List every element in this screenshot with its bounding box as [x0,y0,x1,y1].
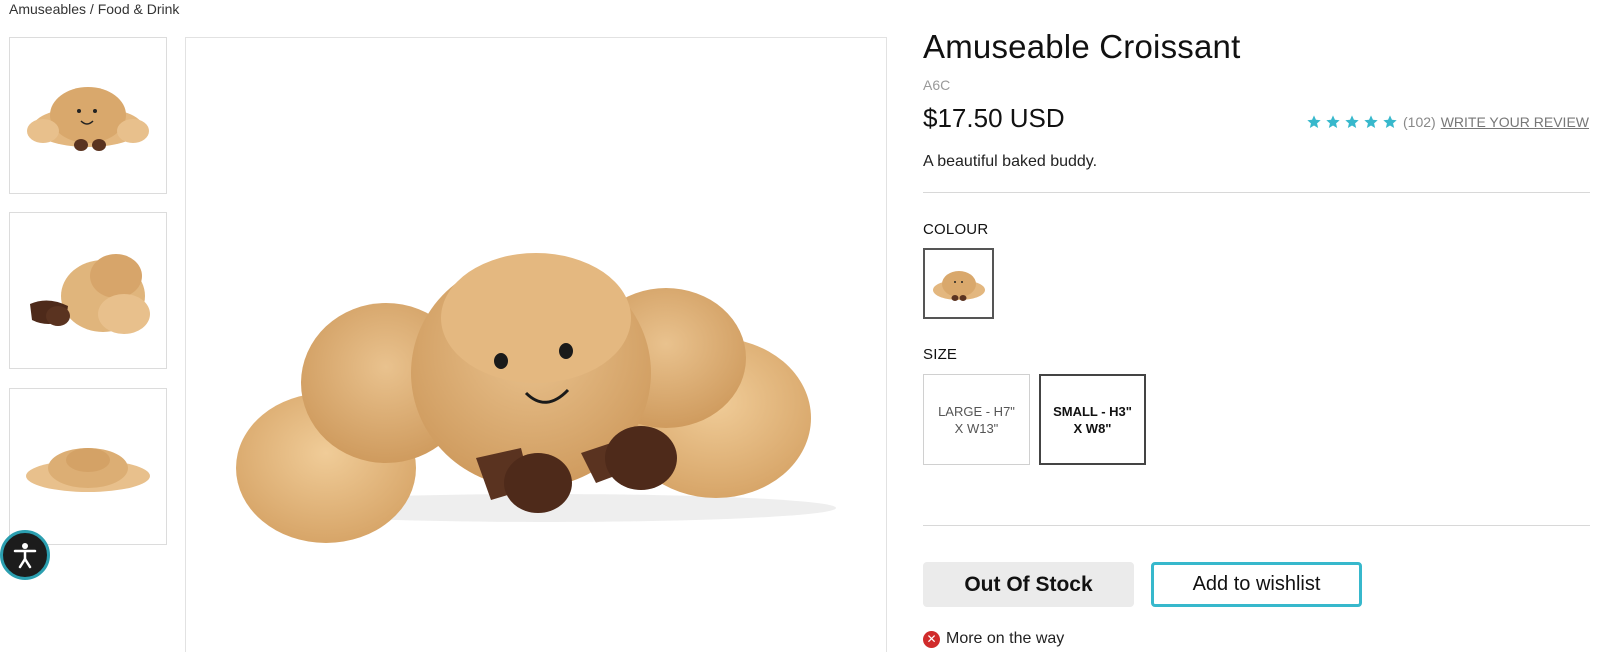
restock-text: More on the way [946,630,1065,647]
write-review-link[interactable]: WRITE YOUR REVIEW [1441,114,1589,130]
croissant-front-image [27,86,149,151]
size-label: SIZE [923,346,958,363]
divider [923,192,1590,193]
main-product-image[interactable] [185,37,887,652]
star-rating [1306,114,1398,130]
size-option-large[interactable]: LARGE - H7" X W13" [923,374,1030,465]
star-icon [1307,115,1321,128]
croissant-main-image [236,253,836,543]
size-option-small[interactable]: SMALL - H3" X W8" [1039,374,1146,465]
size-option-label: SMALL - H3" X W8" [1053,403,1132,436]
colour-swatch[interactable] [923,248,994,319]
star-icon [1345,115,1359,128]
product-sku: A6C [923,77,951,93]
breadcrumb[interactable]: Amuseables / Food & Drink [9,0,179,18]
product-title: Amuseable Croissant [923,28,1241,65]
croissant-swatch-image [932,270,985,301]
accessibility-button[interactable] [0,530,50,580]
colour-label: COLOUR [923,221,989,238]
croissant-back-image [26,447,150,492]
product-description: A beautiful baked buddy. [923,153,1098,170]
accessibility-icon [4,534,46,576]
product-price: $17.50 USD [923,103,1065,133]
rating-summary: (102) WRITE YOUR REVIEW [1306,114,1589,130]
thumbnail-side[interactable] [9,212,167,369]
thumbnail-front[interactable] [9,37,167,194]
out-of-stock-button[interactable]: Out Of Stock [923,562,1134,607]
divider [923,525,1590,526]
add-to-wishlist-button[interactable]: Add to wishlist [1151,562,1362,607]
x-circle-icon: ✕ [923,630,940,648]
star-icon [1326,115,1340,128]
review-count: (102) [1403,114,1436,130]
size-option-label: LARGE - H7" X W13" [938,403,1015,436]
croissant-side-image [30,253,150,334]
star-icon [1364,115,1378,128]
thumbnail-back[interactable] [9,388,167,545]
restock-status: ✕ More on the way [923,630,1064,648]
star-icon [1383,115,1397,128]
